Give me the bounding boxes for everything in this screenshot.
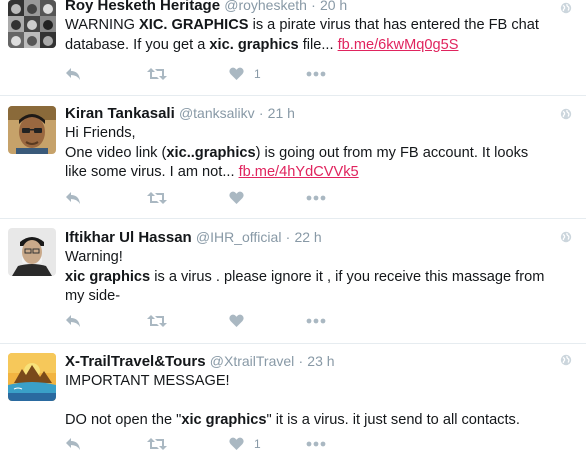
retweet-icon <box>147 315 167 327</box>
text-segment: Warning! <box>65 249 123 265</box>
author-name[interactable]: X-TrailTravel&Tours <box>65 353 206 370</box>
reply-button[interactable] <box>65 64 81 84</box>
text-segment: file... <box>298 36 338 53</box>
globe-icon <box>560 231 572 243</box>
globe-icon <box>560 354 572 366</box>
retweet-icon <box>147 438 167 450</box>
text-segment: " it is a virus. it just send to all con… <box>266 412 520 428</box>
timestamp[interactable]: 21 h <box>268 105 295 121</box>
bold-text: xic graphics <box>65 268 151 285</box>
tweet-feed: Roy Hesketh Heritage @royhesketh · 20 h … <box>0 0 586 450</box>
like-count: 1 <box>254 67 261 81</box>
tweet-actions <box>65 311 365 331</box>
retweet-icon <box>147 192 167 204</box>
tweet-header: X-TrailTravel&Tours @XtrailTravel · 23 h <box>65 351 552 372</box>
like-button[interactable] <box>229 311 254 331</box>
author-handle[interactable]: @IHR_official <box>196 229 282 245</box>
heart-icon <box>229 314 244 327</box>
tweet-text: WARNING XIC. GRAPHICS is a pirate virus … <box>65 16 552 55</box>
reply-icon <box>66 315 80 327</box>
tweet-actions <box>65 188 365 208</box>
retweet-button[interactable] <box>147 311 167 331</box>
like-button[interactable]: 1 <box>229 434 261 450</box>
timestamp[interactable]: 23 h <box>307 353 334 369</box>
more-button[interactable] <box>306 311 326 331</box>
like-button[interactable]: 1 <box>229 64 261 84</box>
timestamp[interactable]: 22 h <box>294 229 321 245</box>
tweet-text: Hi Friends, One video link (xic..graphics… <box>65 124 552 183</box>
separator-dot: · <box>258 105 264 121</box>
like-count: 1 <box>254 437 261 450</box>
text-segment: Hi Friends, <box>65 125 136 141</box>
author-name[interactable]: Iftikhar Ul Hassan <box>65 229 192 246</box>
more-button[interactable] <box>306 434 326 450</box>
more-icon <box>306 195 326 201</box>
author-name[interactable]: Roy Hesketh Heritage <box>65 0 220 14</box>
bold-text: XIC. GRAPHICS <box>139 17 249 33</box>
tweet-link[interactable]: fb.me/6kwMq0g5S <box>338 37 459 53</box>
author-handle[interactable]: @royhesketh <box>224 0 307 13</box>
globe-icon <box>560 108 572 120</box>
separator-dot: · <box>311 0 316 13</box>
tweet[interactable]: Roy Hesketh Heritage @royhesketh · 20 h … <box>0 0 586 96</box>
tweet-header: Iftikhar Ul Hassan @IHR_official · 22 h <box>65 227 552 248</box>
more-icon <box>306 441 326 447</box>
author-handle[interactable]: @XtrailTravel <box>210 353 295 369</box>
bold-text: xic graphics <box>181 412 267 428</box>
timestamp[interactable]: 20 h <box>320 0 347 13</box>
tweet-text: IMPORTANT MESSAGE! DO not open the "xic g… <box>65 372 552 431</box>
reply-icon <box>66 68 80 80</box>
tweet-actions: 1 <box>65 64 365 84</box>
globe-icon <box>560 2 572 14</box>
tweet[interactable]: Iftikhar Ul Hassan @IHR_official · 22 h … <box>0 219 586 344</box>
author-handle[interactable]: @tanksalikv <box>179 105 255 121</box>
bold-text: xic. graphics <box>209 36 299 53</box>
avatar[interactable] <box>8 353 56 401</box>
more-button[interactable] <box>306 64 326 84</box>
tweet-header: Roy Hesketh Heritage @royhesketh · 20 h <box>65 0 552 16</box>
reply-icon <box>66 438 80 450</box>
tweet-text: Warning! xic graphics is a virus . please… <box>65 248 552 307</box>
tweet-header: Kiran Tankasali @tanksalikv · 21 h <box>65 103 552 124</box>
like-button[interactable] <box>229 188 254 208</box>
reply-icon <box>66 192 80 204</box>
reply-button[interactable] <box>65 188 81 208</box>
avatar[interactable] <box>8 228 56 276</box>
avatar[interactable] <box>8 0 56 48</box>
reply-button[interactable] <box>65 434 81 450</box>
retweet-icon <box>147 68 167 80</box>
more-icon <box>306 71 326 77</box>
bold-text: xic..graphics <box>166 144 256 161</box>
tweet-link[interactable]: fb.me/4hYdCVVk5 <box>239 164 359 180</box>
heart-icon <box>229 67 244 80</box>
more-button[interactable] <box>306 188 326 208</box>
retweet-button[interactable] <box>147 64 167 84</box>
text-segment: WARNING <box>65 17 140 33</box>
heart-icon <box>229 437 244 450</box>
text-segment: One video link ( <box>65 144 167 161</box>
text-segment: DO not open the " <box>65 412 182 428</box>
avatar[interactable] <box>8 106 56 154</box>
tweet[interactable]: X-TrailTravel&Tours @XtrailTravel · 23 h… <box>0 344 586 450</box>
more-icon <box>306 318 326 324</box>
separator-dot: · <box>298 353 304 369</box>
text-segment: IMPORTANT MESSAGE! <box>65 373 230 389</box>
author-name[interactable]: Kiran Tankasali <box>65 105 175 122</box>
retweet-button[interactable] <box>147 434 167 450</box>
tweet[interactable]: Kiran Tankasali @tanksalikv · 21 h Hi Fr… <box>0 96 586 219</box>
tweet-actions: 1 <box>65 434 365 450</box>
heart-icon <box>229 191 244 204</box>
reply-button[interactable] <box>65 311 81 331</box>
retweet-button[interactable] <box>147 188 167 208</box>
separator-dot: · <box>285 229 291 245</box>
